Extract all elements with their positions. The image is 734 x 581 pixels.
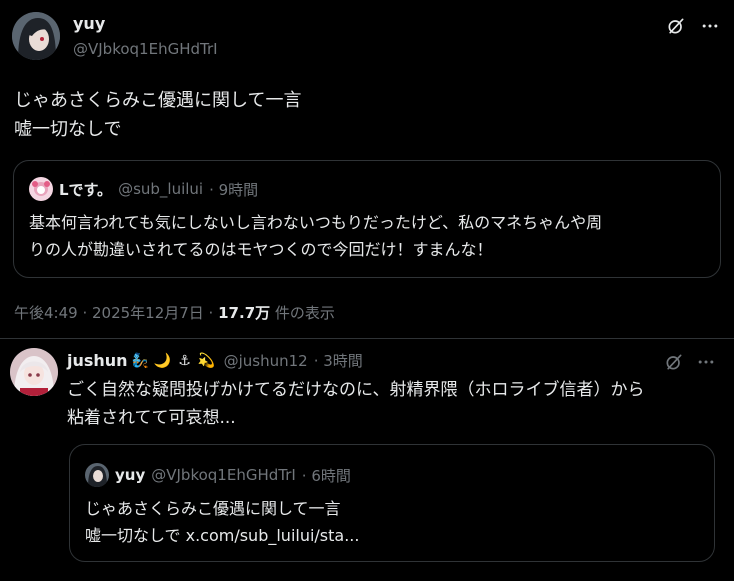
quoted-tweet-card[interactable]: Lです。 @sub_luilui · 9時間 基本何言われても気にしないし言わな… bbox=[13, 160, 721, 278]
reply-text-line1: ごく自然な疑問投げかけてるだけなのに、射精界隈（ホロライブ信者）から bbox=[67, 380, 645, 400]
quote-avatar[interactable] bbox=[29, 177, 53, 201]
tweet-text: じゃあさくらみこ優遇に関して一言 嘘一切なしで bbox=[14, 86, 301, 144]
grok-icon[interactable] bbox=[662, 350, 686, 374]
reply-quote-avatar[interactable] bbox=[85, 463, 109, 487]
more-icon[interactable] bbox=[698, 14, 722, 38]
reply-quote-author-name[interactable]: yuy bbox=[115, 466, 145, 484]
quote-author-name[interactable]: Lです。 bbox=[59, 179, 112, 200]
tweet-text-line2: 嘘一切なしで bbox=[14, 119, 122, 140]
reply-author-handle[interactable]: @jushun12 bbox=[224, 352, 308, 370]
reply-quote-text: じゃあさくらみこ優遇に関して一言 嘘一切なしで x.com/sub_luilui… bbox=[85, 495, 359, 549]
reply-author-name[interactable]: jushun bbox=[67, 351, 128, 370]
tweet-text-line1: じゃあさくらみこ優遇に関して一言 bbox=[14, 90, 302, 111]
tweet-meta: 午後4:49 · 2025年12月7日 · 17.7万 件の表示 bbox=[14, 302, 335, 323]
grok-icon[interactable] bbox=[664, 14, 688, 38]
more-icon[interactable] bbox=[694, 350, 718, 374]
reply-quoted-tweet-card[interactable]: yuy @VJbkoq1EhGHdTrI · 6時間 じゃあさくらみこ優遇に関し… bbox=[69, 444, 715, 562]
reply-quote-author-handle[interactable]: @VJbkoq1EhGHdTrI bbox=[151, 466, 296, 484]
quote-text-line2: りの人が勘違いされてるのはモヤつくので今回だけ！すまんな！ bbox=[29, 240, 493, 259]
genie-emoji: 🧞 bbox=[131, 352, 150, 369]
tweet-timestamp[interactable]: 午後4:49 · 2025年12月7日 · bbox=[14, 304, 213, 322]
quote-text: 基本何言われても気にしないし言わないつもりだったけど、私のマネちゃんや周 りの人… bbox=[29, 209, 602, 263]
reply-quote-time[interactable]: · 6時間 bbox=[302, 465, 351, 486]
reply-time[interactable]: · 3時間 bbox=[314, 350, 363, 371]
reply-text-line2: 粘着されてて可哀想... bbox=[67, 408, 236, 428]
quote-time[interactable]: · 9時間 bbox=[209, 179, 258, 200]
dizzy-emoji: 💫 bbox=[197, 352, 216, 369]
reply-quote-text-line2: 嘘一切なしで x.com/sub_luilui/sta... bbox=[85, 526, 360, 545]
author-handle[interactable]: @VJbkoq1EhGHdTrI bbox=[73, 40, 218, 58]
views-count: 17.7万 bbox=[218, 304, 271, 322]
author-avatar[interactable] bbox=[12, 12, 60, 60]
moon-emoji: 🌙 bbox=[153, 352, 172, 369]
reply-header: jushun 🧞 🌙 ⚓ 💫 @jushun12 · 3時間 bbox=[67, 350, 363, 371]
anchor-emoji: ⚓ bbox=[178, 352, 191, 369]
author-name[interactable]: yuy bbox=[73, 14, 105, 33]
quote-text-line1: 基本何言われても気にしないし言わないつもりだったけど、私のマネちゃんや周 bbox=[29, 213, 603, 232]
reply-avatar[interactable] bbox=[10, 348, 58, 396]
quote-author-handle[interactable]: @sub_luilui bbox=[118, 180, 203, 198]
views-label: 件の表示 bbox=[274, 304, 335, 322]
reply-quote-text-line1: じゃあさくらみこ優遇に関して一言 bbox=[85, 499, 341, 518]
reply-text: ごく自然な疑問投げかけてるだけなのに、射精界隈（ホロライブ信者）から 粘着されて… bbox=[67, 376, 645, 432]
divider bbox=[0, 338, 734, 339]
